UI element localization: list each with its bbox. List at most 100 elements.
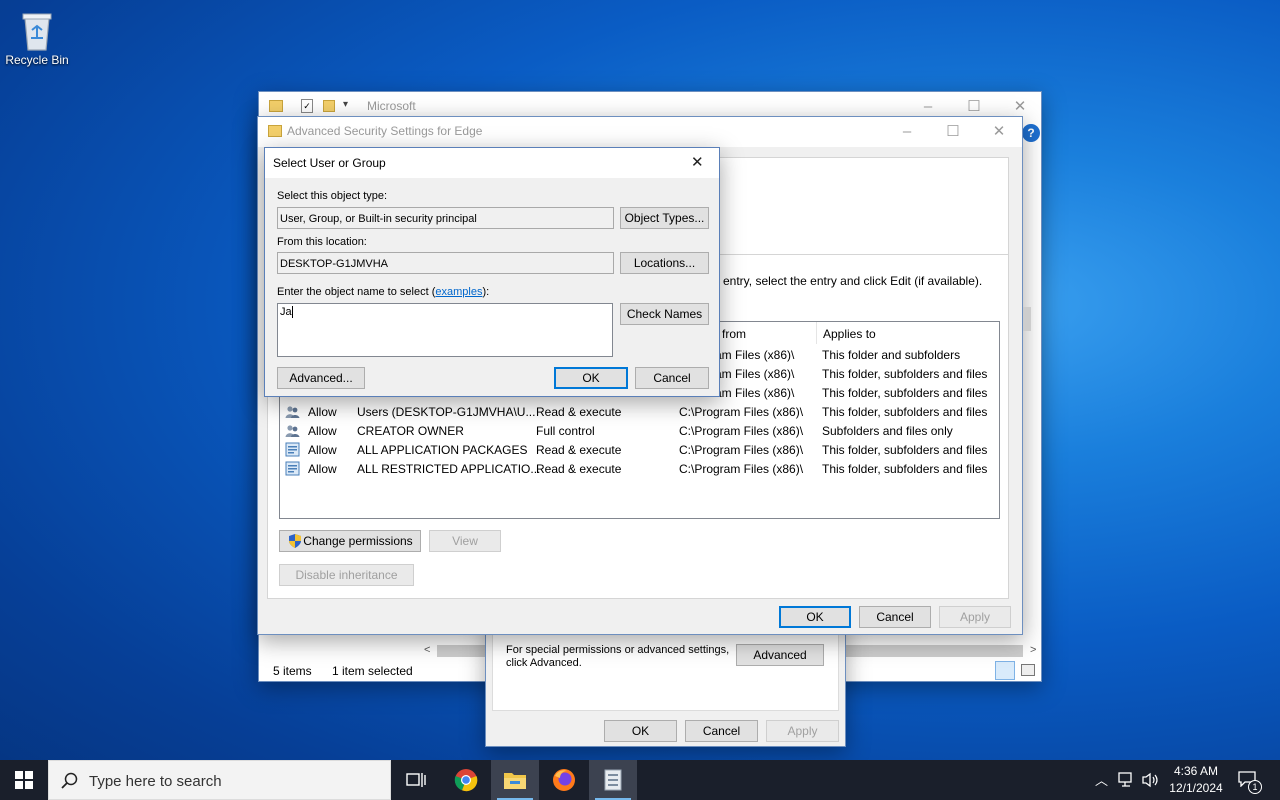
- firefox-taskbar-button[interactable]: [540, 760, 588, 800]
- notification-center-button[interactable]: 1: [1236, 768, 1262, 794]
- scroll-left-icon[interactable]: <: [424, 644, 430, 656]
- show-hidden-icons-icon[interactable]: ︿: [1095, 770, 1108, 789]
- advsec-titlebar[interactable]: Advanced Security Settings for Edge – ☐ …: [258, 117, 1022, 147]
- entry-type: Allow: [308, 405, 337, 419]
- advanced-button[interactable]: Advanced: [736, 644, 824, 666]
- network-icon[interactable]: [1118, 772, 1136, 788]
- entry-applies-to: Subfolders and files only: [822, 424, 953, 438]
- scroll-right-icon[interactable]: >: [1030, 644, 1036, 656]
- entry-principal: ALL APPLICATION PACKAGES: [357, 443, 528, 457]
- properties-app-taskbar-button[interactable]: [589, 760, 637, 800]
- advsec-instruction: entry, select the entry and click Edit (…: [723, 274, 983, 288]
- check-names-button[interactable]: Check Names: [620, 303, 709, 325]
- ok-button[interactable]: OK: [554, 367, 628, 389]
- disable-inheritance-button: Disable inheritance: [279, 564, 414, 586]
- taskbar: Type here to search ︿ 4:36 AM 12/1/2024: [0, 760, 1280, 800]
- change-permissions-button[interactable]: Change permissions: [279, 530, 421, 552]
- entry-access: Read & execute: [536, 462, 622, 476]
- entry-inherited-from: C:\Program Files (x86)\: [679, 424, 804, 438]
- select-dialog-titlebar[interactable]: Select User or Group ✕: [265, 148, 719, 178]
- clock-time[interactable]: 4:36 AM: [1164, 764, 1228, 778]
- users-icon: [285, 406, 300, 418]
- properties-quick-icon[interactable]: ✓: [301, 99, 313, 113]
- ok-button[interactable]: OK: [604, 720, 677, 742]
- table-row[interactable]: Allow ALL APPLICATION PACKAGES Read & exec…: [280, 441, 999, 460]
- advsec-scrollbar[interactable]: [1023, 307, 1031, 331]
- recycle-bin[interactable]: Recycle Bin: [4, 6, 70, 76]
- object-type-field: User, Group, or Built-in security princi…: [277, 207, 614, 229]
- start-button[interactable]: [0, 760, 48, 800]
- firefox-icon: [553, 769, 575, 791]
- users-icon: [285, 425, 300, 437]
- special-permissions-text-2: click Advanced.: [506, 657, 582, 669]
- special-permissions-box: [492, 629, 839, 711]
- close-icon[interactable]: ✕: [976, 117, 1022, 147]
- folder-icon: [268, 125, 282, 137]
- cancel-button[interactable]: Cancel: [859, 606, 931, 628]
- column-header-applies-to[interactable]: Applies to: [817, 322, 999, 344]
- object-name-label: Enter the object name to select (example…: [277, 286, 490, 298]
- entry-type: Allow: [308, 443, 337, 457]
- entry-principal: ALL RESTRICTED APPLICATIO...: [357, 462, 541, 476]
- text-cursor: [291, 306, 293, 319]
- table-row[interactable]: Allow CREATOR OWNER Full control C:\Program…: [280, 422, 999, 441]
- file-explorer-taskbar-button[interactable]: [491, 760, 539, 800]
- taskbar-search-box[interactable]: Type here to search: [48, 760, 391, 800]
- entry-applies-to: This folder, subfolders and files: [822, 405, 988, 419]
- view-button: View: [429, 530, 501, 552]
- recycle-bin-label: Recycle Bin: [5, 53, 69, 67]
- minimize-icon[interactable]: –: [884, 117, 930, 147]
- location-field: DESKTOP-G1JMVHA: [277, 252, 614, 274]
- object-types-button[interactable]: Object Types...: [620, 207, 709, 229]
- entry-principal: Users (DESKTOP-G1JMVHA\U...: [357, 405, 536, 419]
- location-label: From this location:: [277, 236, 367, 248]
- folder-icon: [269, 100, 283, 112]
- table-row[interactable]: Allow Users (DESKTOP-G1JMVHA\U... Read & e…: [280, 403, 999, 422]
- select-user-group-dialog: Select User or Group ✕ Select this objec…: [264, 147, 720, 397]
- task-view-button[interactable]: [392, 760, 440, 800]
- entry-inherited-from: C:\Program Files (x86)\: [679, 405, 804, 419]
- entry-access: Read & execute: [536, 443, 622, 457]
- help-icon[interactable]: ?: [1022, 124, 1040, 142]
- entry-inherited-from: ram Files (x86)\: [711, 348, 795, 362]
- entry-applies-to: This folder, subfolders and files: [822, 367, 988, 381]
- chrome-taskbar-button[interactable]: [442, 760, 490, 800]
- clock-date[interactable]: 12/1/2024: [1164, 781, 1228, 795]
- new-folder-quick-icon[interactable]: [323, 100, 335, 112]
- ok-button[interactable]: OK: [779, 606, 851, 628]
- examples-link[interactable]: examples: [435, 286, 482, 298]
- uac-shield-icon: [288, 533, 302, 549]
- maximize-icon[interactable]: ☐: [930, 117, 976, 147]
- object-type-label: Select this object type:: [277, 190, 388, 202]
- chrome-icon: [454, 769, 478, 792]
- close-icon[interactable]: ✕: [691, 153, 704, 171]
- search-icon: [61, 772, 78, 789]
- table-row[interactable]: Allow ALL RESTRICTED APPLICATIO... Read & …: [280, 460, 999, 479]
- special-permissions-text-1: For special permissions or advanced sett…: [506, 644, 730, 656]
- entry-inherited-from: C:\Program Files (x86)\: [679, 443, 804, 457]
- entry-applies-to: This folder, subfolders and files: [822, 386, 988, 400]
- status-items: 5 items: [273, 664, 312, 678]
- status-selected: 1 item selected: [332, 664, 413, 678]
- locations-button[interactable]: Locations...: [620, 252, 709, 274]
- cancel-button[interactable]: Cancel: [635, 367, 709, 389]
- advanced-button[interactable]: Advanced...: [277, 367, 365, 389]
- properties-dialog: For special permissions or advanced sett…: [485, 620, 846, 747]
- entry-principal: CREATOR OWNER: [357, 424, 464, 438]
- large-icons-view-icon[interactable]: [1021, 664, 1035, 676]
- notification-count-badge: 1: [1248, 780, 1262, 794]
- select-dialog-title: Select User or Group: [273, 156, 386, 170]
- details-view-icon[interactable]: [995, 661, 1015, 680]
- quick-access-dropdown-icon[interactable]: ▾: [343, 99, 348, 110]
- package-icon: [285, 461, 300, 476]
- properties-app-icon: [604, 769, 622, 791]
- search-placeholder: Type here to search: [89, 773, 222, 790]
- cancel-button[interactable]: Cancel: [685, 720, 758, 742]
- entry-inherited-from: ram Files (x86)\: [711, 367, 795, 381]
- volume-icon[interactable]: [1142, 772, 1160, 788]
- entry-type: Allow: [308, 424, 337, 438]
- windows-logo-icon: [15, 771, 33, 789]
- object-name-input[interactable]: Ja: [277, 303, 613, 357]
- entry-applies-to: This folder, subfolders and files: [822, 443, 988, 457]
- entry-applies-to: This folder, subfolders and files: [822, 462, 988, 476]
